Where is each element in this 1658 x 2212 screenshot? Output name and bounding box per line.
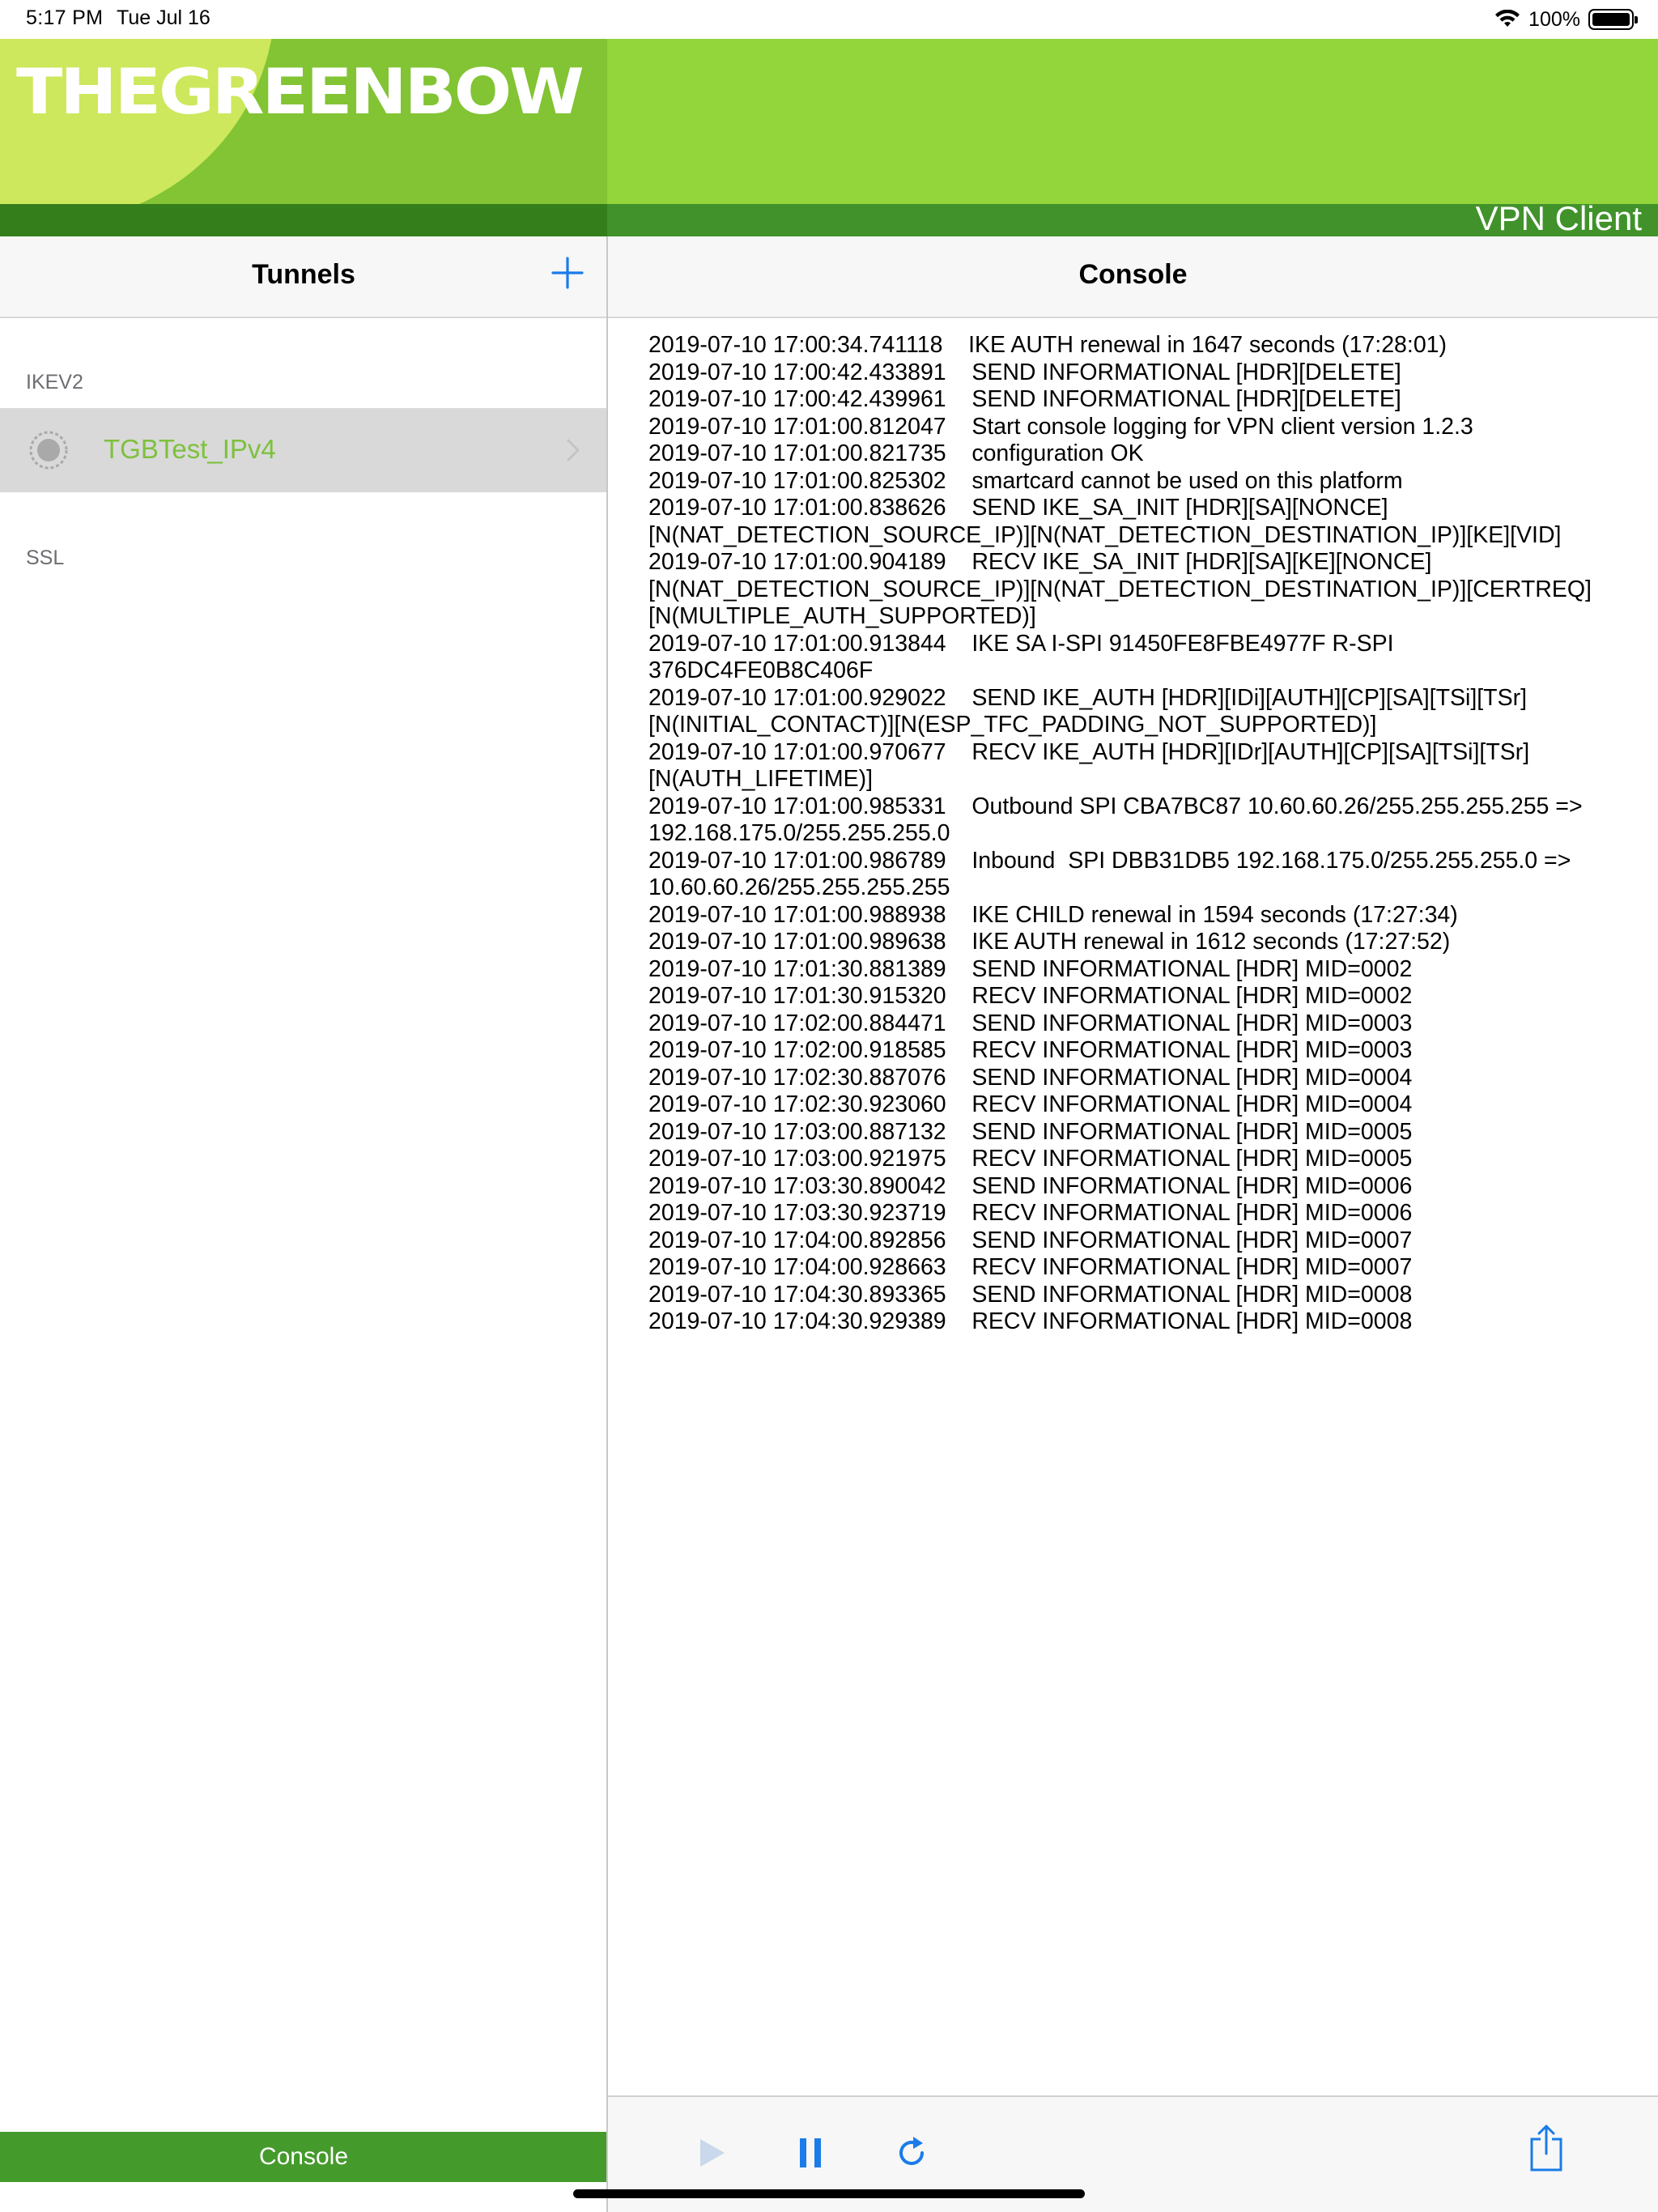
share-icon (1530, 2125, 1562, 2172)
log-line: [N(NAT_DETECTION_SOURCE_IP)][N(NAT_DETEC… (648, 521, 1562, 548)
log-line: [N(INITIAL_CONTACT)][N(ESP_TFC_PADDING_N… (648, 712, 1377, 738)
tunnels-navbar: Tunnels (0, 236, 607, 318)
log-line: 2019-07-10 17:04:30.929389 RECV INFORMAT… (648, 1308, 1413, 1334)
log-line: 2019-07-10 17:00:34.741118 IKE AUTH rene… (648, 332, 1448, 358)
tunnel-row-tgbtest-ipv4[interactable]: TGBTest_IPv4 (0, 408, 607, 492)
wifi-icon (1494, 10, 1520, 29)
brand-logo: THEGREENBOW (16, 55, 585, 129)
section-header-ssl: SSL (26, 547, 65, 569)
pause-button[interactable] (791, 2133, 831, 2173)
log-line: 2019-07-10 17:02:00.918585 RECV INFORMAT… (648, 1037, 1413, 1063)
log-line: 2019-07-10 17:01:00.989638 IKE AUTH rene… (648, 929, 1451, 955)
log-line: 2019-07-10 17:03:00.921975 RECV INFORMAT… (648, 1146, 1413, 1172)
log-line: 2019-07-10 17:01:00.986789 Inbound SPI D… (648, 847, 1571, 874)
app-banner: THEGREENBOW VPN Client (0, 39, 1658, 236)
console-tab-button[interactable]: Console (0, 2132, 607, 2182)
log-line: [N(NAT_DETECTION_SOURCE_IP)][N(NAT_DETEC… (648, 576, 1592, 602)
log-line: 192.168.175.0/255.255.255.0 (648, 820, 950, 846)
log-line: 2019-07-10 17:01:00.970677 RECV IKE_AUTH… (648, 738, 1530, 765)
console-title: Console (1078, 259, 1188, 290)
battery-icon (1588, 9, 1638, 30)
log-line: 2019-07-10 17:02:00.884471 SEND INFORMAT… (648, 1010, 1413, 1036)
log-line: 2019-07-10 17:01:00.913844 IKE SA I-SPI … (648, 630, 1394, 657)
log-line: 2019-07-10 17:01:00.825302 smartcard can… (648, 467, 1403, 494)
share-button[interactable] (1526, 2123, 1567, 2172)
log-line: 2019-07-10 17:01:00.838626 SEND IKE_SA_I… (648, 495, 1388, 521)
log-line: 2019-07-10 17:03:30.923719 RECV INFORMAT… (648, 1200, 1413, 1226)
status-indicators: 100% (1494, 5, 1638, 34)
refresh-button[interactable] (891, 2133, 932, 2173)
tunnels-title: Tunnels (252, 259, 355, 290)
tunnels-sidebar: Tunnels IKEV2 TGBTest_IPv4 SSL Console (0, 236, 607, 2212)
play-icon (700, 2139, 725, 2167)
pause-icon (800, 2138, 821, 2167)
home-indicator[interactable] (573, 2189, 1085, 2198)
log-line: 2019-07-10 17:04:00.928663 RECV INFORMAT… (648, 1254, 1413, 1280)
section-header-ikev2: IKEV2 (26, 371, 83, 393)
log-line: 376DC4FE0B8C406F (648, 657, 874, 683)
chevron-right-icon (565, 437, 581, 463)
log-line: 2019-07-10 17:02:30.923060 RECV INFORMAT… (648, 1091, 1413, 1117)
log-line: 2019-07-10 17:01:00.988938 IKE CHILD ren… (648, 901, 1458, 928)
plus-icon (551, 257, 584, 289)
console-tab-label: Console (258, 2143, 349, 2170)
log-line: 2019-07-10 17:00:42.439961 SEND INFORMAT… (648, 386, 1401, 412)
log-line: 2019-07-10 17:01:30.915320 RECV INFORMAT… (648, 983, 1413, 1009)
console-log: 2019-07-10 17:00:34.741118 IKE AUTH rene… (648, 332, 1644, 1336)
log-line: 2019-07-10 17:01:00.929022 SEND IKE_AUTH… (648, 684, 1528, 711)
log-line: [N(AUTH_LIFETIME)] (648, 766, 874, 792)
log-line: 2019-07-10 17:04:30.893365 SEND INFORMAT… (648, 1281, 1413, 1308)
play-button[interactable] (691, 2133, 731, 2173)
battery-percentage: 100% (1528, 7, 1580, 31)
spinner-icon (28, 429, 70, 471)
console-pane: Console 2019-07-10 17:00:34.741118 IKE A… (608, 236, 1658, 2212)
log-line: 2019-07-10 17:01:00.821735 configuration… (648, 440, 1144, 466)
tunnel-name: TGBTest_IPv4 (104, 434, 276, 464)
log-line: 2019-07-10 17:01:00.812047 Start console… (648, 413, 1473, 440)
product-label: VPN Client (1475, 199, 1642, 236)
banner-right-panel (607, 39, 1658, 204)
add-tunnel-button[interactable] (547, 253, 588, 293)
log-line: 2019-07-10 17:03:30.890042 SEND INFORMAT… (648, 1172, 1413, 1199)
log-line: 2019-07-10 17:04:00.892856 SEND INFORMAT… (648, 1227, 1413, 1253)
log-line: 2019-07-10 17:03:00.887132 SEND INFORMAT… (648, 1118, 1413, 1145)
status-time: 5:17 PM (26, 6, 104, 29)
banner-strip-left (0, 204, 607, 236)
status-date: Tue Jul 16 (117, 6, 210, 29)
log-line: 2019-07-10 17:00:42.433891 SEND INFORMAT… (648, 359, 1401, 385)
log-line: [N(MULTIPLE_AUTH_SUPPORTED)] (648, 603, 1036, 629)
log-line: 2019-07-10 17:01:30.881389 SEND INFORMAT… (648, 955, 1413, 982)
split-divider (606, 236, 608, 2212)
refresh-icon (899, 2137, 924, 2165)
console-navbar: Console (608, 236, 1658, 318)
log-line: 2019-07-10 17:01:00.985331 Outbound SPI … (648, 793, 1583, 819)
log-line: 2019-07-10 17:01:00.904189 RECV IKE_SA_I… (648, 549, 1432, 575)
log-line: 10.60.60.26/255.255.255.255 (648, 874, 950, 900)
log-line: 2019-07-10 17:02:30.887076 SEND INFORMAT… (648, 1064, 1413, 1091)
status-bar: 5:17 PM Tue Jul 16 100% (0, 0, 1658, 39)
